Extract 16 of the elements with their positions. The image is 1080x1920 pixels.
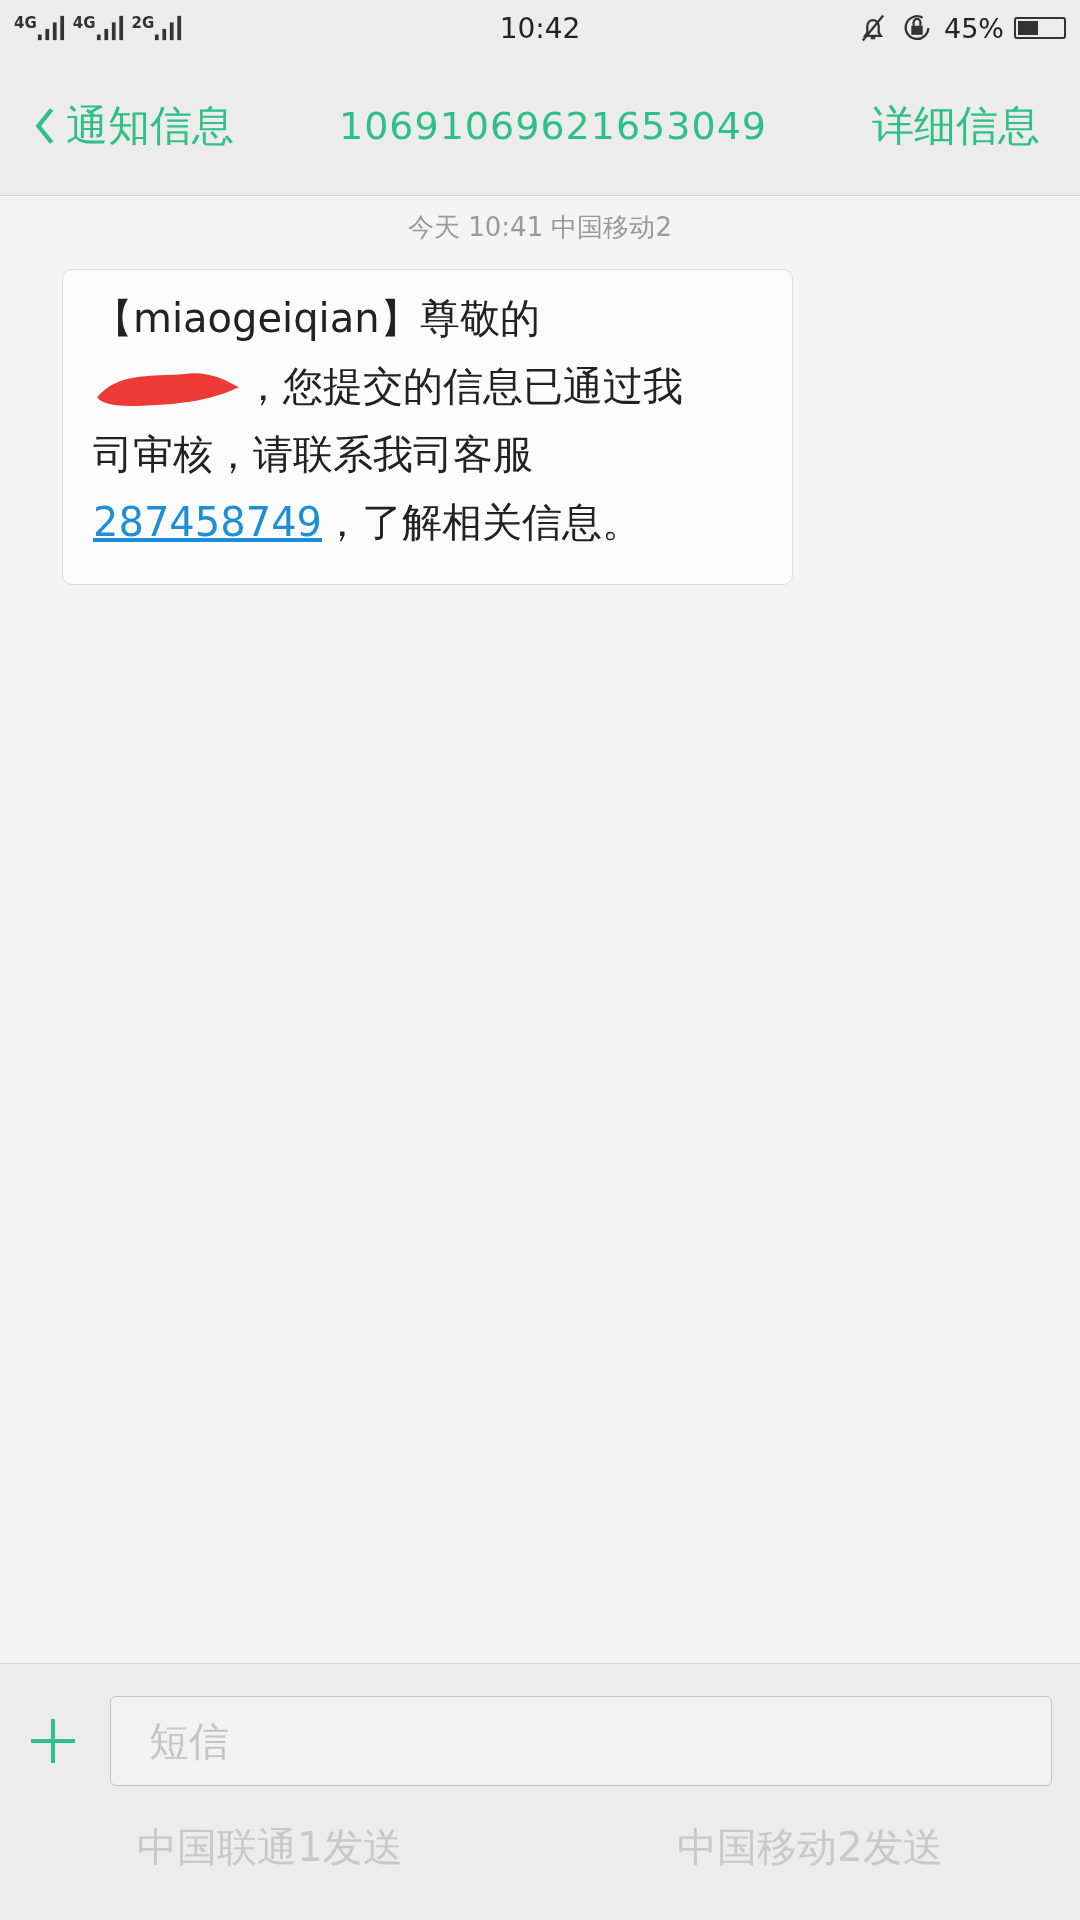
sender-number: 10691069621653049 xyxy=(339,103,767,148)
battery-percent: 45% xyxy=(943,12,1004,44)
signal-icon xyxy=(95,14,124,42)
message-text: 【miaogeiqian】尊敬的 ，您提交的信息已通过我司审核，请联系我司客服 287458749，了解相关信息。 xyxy=(93,294,683,547)
details-button[interactable]: 详细信息 xyxy=(872,97,1040,154)
signal-icon xyxy=(36,14,65,42)
network-label: 4G xyxy=(72,14,96,32)
back-button[interactable]: 通知信息 xyxy=(34,97,234,154)
clock: 10:42 xyxy=(499,11,581,45)
network-label: 2G xyxy=(131,14,155,32)
add-icon[interactable] xyxy=(28,1716,78,1766)
signal-icon xyxy=(154,14,183,42)
phone-link[interactable]: 287458749 xyxy=(93,499,323,545)
battery-icon xyxy=(1014,17,1066,39)
message-timestamp: 今天 10:41 中国移动2 xyxy=(407,211,673,244)
network-label: 4G xyxy=(14,14,37,32)
